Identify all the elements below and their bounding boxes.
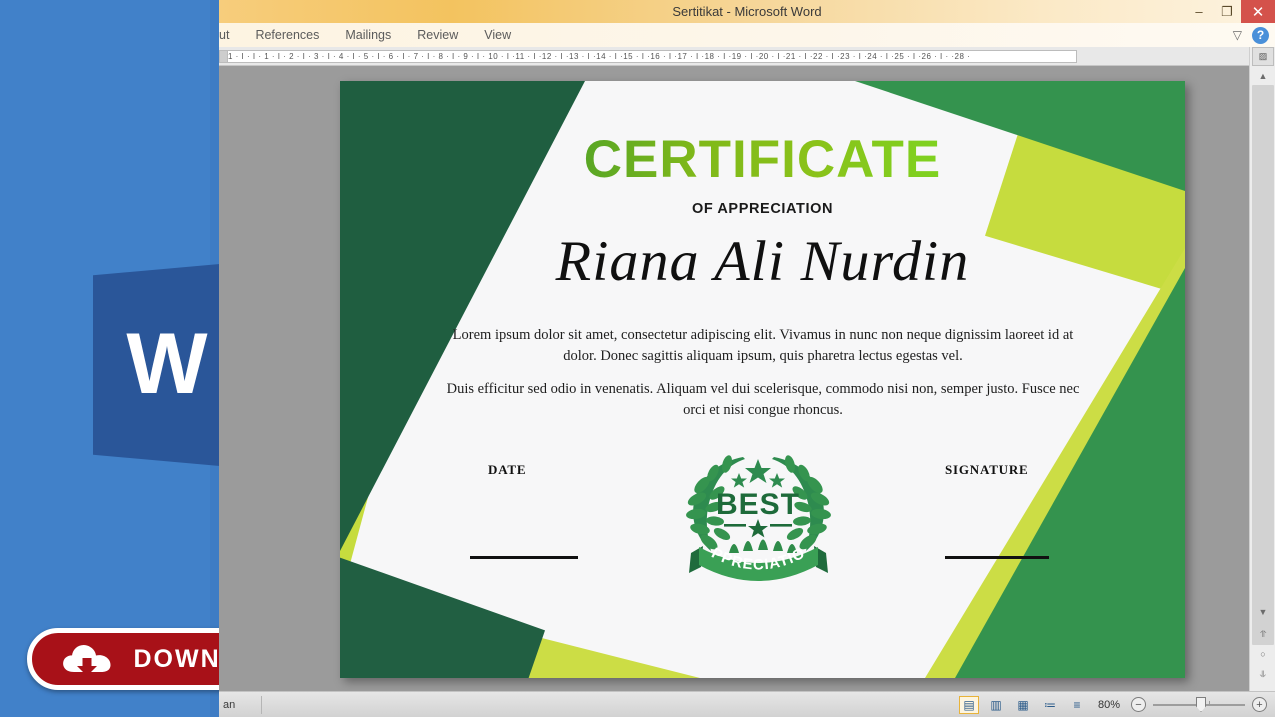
restore-icon: ❐: [1221, 3, 1233, 19]
view-draft-button[interactable]: ≡: [1067, 696, 1087, 714]
certificate-title: CERTIFICATE: [340, 129, 1185, 190]
status-right-controls: ▤ ▥ ▦ ≔ ≡ 80% − +: [959, 695, 1267, 714]
status-language-text: an: [223, 698, 236, 711]
view-web-layout-button[interactable]: ▦: [1013, 696, 1033, 714]
cloud-download-icon: [60, 640, 118, 678]
title-bar: Sertitikat - Microsoft Word – ❐ ✕: [219, 0, 1275, 23]
scroll-down-button[interactable]: ▼: [1250, 603, 1275, 621]
ribbon-tabs: ut References Mailings Review View: [219, 23, 524, 47]
web-page-background: W DOWNLOAD: [0, 0, 332, 717]
zoom-in-button[interactable]: +: [1252, 697, 1267, 712]
view-print-layout-button[interactable]: ▤: [959, 695, 979, 714]
tab-layout[interactable]: ut: [219, 23, 242, 47]
zoom-slider-tick: [1209, 701, 1210, 706]
zoom-level-label[interactable]: 80%: [1094, 699, 1124, 711]
scrollbar-thumb[interactable]: [1252, 85, 1274, 645]
minimize-button[interactable]: –: [1185, 0, 1213, 23]
zoom-slider-handle[interactable]: [1196, 697, 1206, 712]
collapse-ribbon-icon[interactable]: ▽: [1233, 28, 1242, 42]
recipient-name: Riana Ali Nurdin: [555, 230, 970, 293]
certificate-paragraph-1: Lorem ipsum dolor sit amet, consectetur …: [452, 327, 1074, 365]
signature-line: [945, 556, 1049, 559]
status-divider: [261, 696, 262, 714]
zoom-slider[interactable]: [1153, 697, 1245, 712]
star-icon-group: [731, 459, 785, 488]
window-controls: – ❐ ✕: [1185, 0, 1275, 23]
close-button[interactable]: ✕: [1241, 0, 1275, 23]
ribbon-tab-bar: ut References Mailings Review View ▽ ?: [219, 23, 1275, 47]
ruler-scale: 1 · I · I · 1 · I · 2 · I · 3 · I · 4 · …: [227, 50, 1077, 63]
certificate-content: CERTIFICATE OF APPRECIATION Riana Ali Nu…: [340, 81, 1185, 678]
horizontal-ruler[interactable]: 1 · I · I · 1 · I · 2 · I · 3 · I · 4 · …: [219, 47, 1275, 66]
date-line: [470, 556, 578, 559]
select-browse-object-button[interactable]: ○: [1250, 645, 1275, 663]
vertical-ruler-toggle-icon[interactable]: ▨: [1252, 47, 1274, 66]
close-icon: ✕: [1251, 3, 1265, 21]
minimize-icon: –: [1195, 4, 1203, 19]
certificate-page[interactable]: CERTIFICATE OF APPRECIATION Riana Ali Nu…: [340, 81, 1185, 678]
previous-page-button[interactable]: ⥣: [1250, 625, 1275, 643]
tab-view[interactable]: View: [471, 23, 524, 47]
tab-mailings[interactable]: Mailings: [332, 23, 404, 47]
best-appreciation-badge: BEST PPRECIATIO: [665, 428, 846, 581]
window-title: Sertitikat - Microsoft Word: [672, 4, 822, 19]
restore-button[interactable]: ❐: [1213, 0, 1241, 23]
date-label: DATE: [488, 462, 527, 477]
signature-label: SIGNATURE: [945, 462, 1029, 477]
certificate-subtitle: OF APPRECIATION: [691, 201, 834, 217]
word-logo-letter: W: [126, 316, 208, 412]
ruler-marks: 1 · I · I · 1 · I · 2 · I · 3 · I · 4 · …: [228, 52, 971, 61]
certificate-paragraph-2: Duis efficitur sed odio in venenatis. Al…: [446, 381, 1080, 419]
view-read-mode-button[interactable]: ▥: [986, 696, 1006, 714]
badge-main-text: BEST: [716, 488, 800, 521]
tab-review[interactable]: Review: [404, 23, 471, 47]
tab-references[interactable]: References: [242, 23, 332, 47]
zoom-out-button[interactable]: −: [1131, 697, 1146, 712]
word-window: Sertitikat - Microsoft Word – ❐ ✕ ut Ref…: [219, 0, 1275, 717]
status-bar: an ▤ ▥ ▦ ≔ ≡ 80% − +: [219, 691, 1275, 717]
ribbon-right-controls: ▽ ?: [1233, 23, 1269, 47]
next-page-button[interactable]: ⥥: [1250, 665, 1275, 683]
scroll-up-button[interactable]: ▲: [1250, 67, 1275, 85]
screenshot-root: W DOWNLOAD Sertitikat - Microsoft Word –: [0, 0, 1275, 717]
document-area[interactable]: CERTIFICATE OF APPRECIATION Riana Ali Nu…: [219, 66, 1249, 691]
vertical-scrollbar[interactable]: ▨ ▲ ▼ ⥣ ○ ⥥: [1249, 47, 1275, 691]
view-outline-button[interactable]: ≔: [1040, 696, 1060, 714]
help-icon[interactable]: ?: [1252, 26, 1269, 44]
